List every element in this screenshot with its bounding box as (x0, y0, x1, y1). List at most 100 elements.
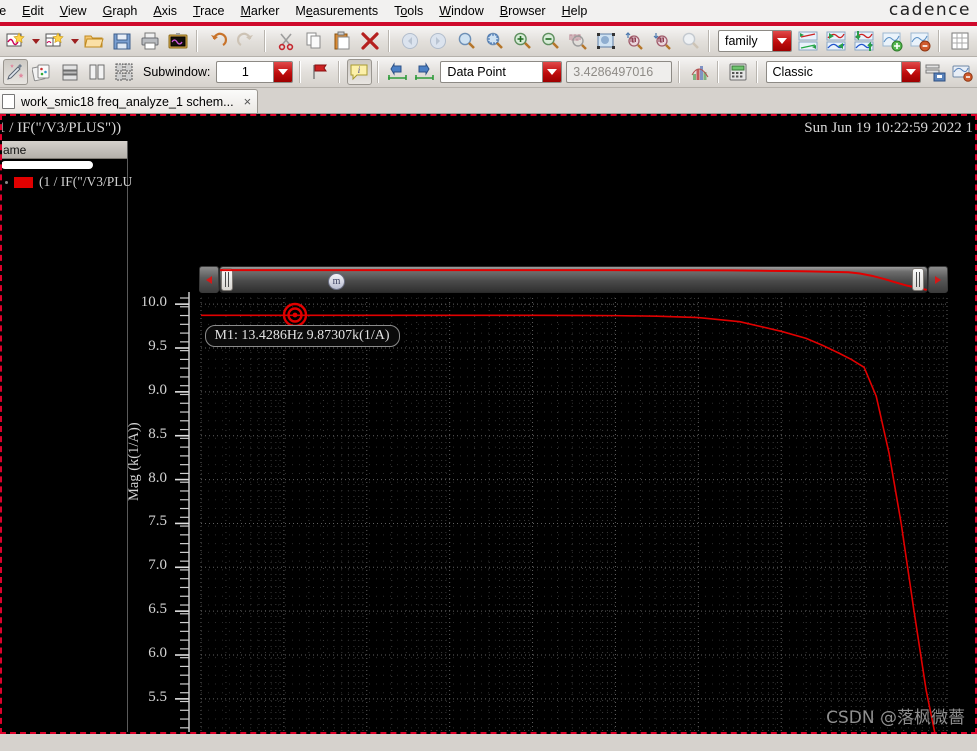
plot-window: 1 / IF("/V3/PLUS")) Sun Jun 19 10:22:59 … (0, 114, 977, 734)
document-icon (2, 94, 15, 109)
marker-type-combo-dropdown-icon[interactable] (542, 62, 562, 82)
family-combo-value: family (725, 34, 758, 48)
histogram-icon[interactable] (687, 59, 712, 85)
plot-snapshot-icon[interactable] (165, 28, 191, 54)
cadence-logo-text: cadence (888, 0, 971, 20)
zoom-fit-icon[interactable] (453, 28, 479, 54)
back-icon[interactable] (397, 28, 423, 54)
family-combo[interactable]: family (718, 30, 792, 52)
y-tick-label: 9.0 (148, 381, 167, 398)
cadence-logo: cadence (889, 0, 971, 20)
menu-item-help[interactable]: Help (554, 1, 596, 21)
menu-item-file[interactable]: File (0, 1, 14, 21)
y-tick-label: 7.0 (148, 557, 167, 574)
tile-grid-icon[interactable] (111, 59, 136, 85)
arrow-left-green-icon[interactable] (385, 59, 410, 85)
grid-table-icon[interactable] (947, 28, 973, 54)
delete-red-x-icon[interactable] (357, 28, 383, 54)
subwindow-label: Subwindow: (143, 65, 211, 79)
close-icon[interactable]: × (240, 94, 252, 109)
split-traces-icon[interactable] (823, 28, 849, 54)
toolbar-separator (716, 61, 722, 83)
remove-session-icon[interactable] (951, 59, 976, 85)
copy-icon[interactable] (301, 28, 327, 54)
toolbar-secondary: Subwindow: 1 i Data Point 3.4286497016 C… (0, 57, 977, 88)
save-session-icon[interactable] (924, 59, 949, 85)
arrow-right-green-icon[interactable] (412, 59, 437, 85)
new-subwindow-dropdown-icon[interactable] (69, 29, 80, 53)
menu-item-browser[interactable]: Browser (492, 1, 554, 21)
toolbar-separator (195, 30, 201, 52)
y-tick-label: 5.5 (148, 688, 167, 705)
toolbar-separator (375, 61, 382, 83)
undo-icon[interactable] (205, 28, 231, 54)
style-combo[interactable]: Classic (765, 61, 921, 83)
menu-item-tools[interactable]: Tools (386, 1, 431, 21)
family-combo-dropdown-icon[interactable] (772, 31, 791, 51)
style-combo-dropdown-icon[interactable] (900, 62, 920, 82)
zoom-reset-icon[interactable] (677, 28, 703, 54)
subwindow-combo-dropdown-icon[interactable] (273, 62, 293, 82)
y-tick-label: 10.0 (140, 294, 167, 311)
info-balloon-icon[interactable]: i (346, 59, 372, 85)
swap-traces-icon[interactable] (795, 28, 821, 54)
forward-icon[interactable] (425, 28, 451, 54)
remove-strip-icon[interactable] (907, 28, 933, 54)
add-strip-icon[interactable] (879, 28, 905, 54)
new-window-icon[interactable] (3, 28, 29, 54)
marker-value-field[interactable]: 3.4286497016 (566, 61, 673, 83)
zoom-vertical-in-icon[interactable] (621, 28, 647, 54)
annotate-icon[interactable] (3, 59, 28, 85)
menu-item-window[interactable]: Window (431, 1, 491, 21)
menu-item-measurements[interactable]: Measurements (287, 1, 386, 21)
print-icon[interactable] (137, 28, 163, 54)
zoom-waveform-icon[interactable] (565, 28, 591, 54)
new-window-dropdown-icon[interactable] (30, 29, 41, 53)
new-subwindow-icon[interactable] (42, 28, 68, 54)
menu-item-axis[interactable]: Axis (145, 1, 185, 21)
menu-item-graph[interactable]: Graph (95, 1, 146, 21)
marker-type-combo-value: Data Point (447, 65, 506, 79)
marker-value-text: 3.4286497016 (573, 65, 654, 79)
tile-horizontal-icon[interactable] (57, 59, 82, 85)
subwindow-combo[interactable]: 1 (216, 61, 294, 83)
calculator-icon[interactable] (726, 59, 751, 85)
zoom-region-icon[interactable] (481, 28, 507, 54)
toolbar-primary: family (0, 26, 977, 57)
open-folder-icon[interactable] (81, 28, 107, 54)
flag-icon[interactable] (308, 59, 333, 85)
toolbar-separator (707, 30, 713, 52)
toolbar-separator (387, 30, 393, 52)
menu-item-marker[interactable]: Marker (232, 1, 287, 21)
menu-item-edit[interactable]: Edit (14, 1, 52, 21)
toolbar-separator (937, 30, 943, 52)
menu-item-trace[interactable]: Trace (185, 1, 233, 21)
select-box-icon[interactable] (593, 28, 619, 54)
tab-label: work_smic18 freq_analyze_1 schem... (21, 94, 234, 109)
redo-icon[interactable] (233, 28, 259, 54)
y-axis-title: Mag (k(1/A)) (126, 422, 142, 501)
y-tick-label: 5.0 (125, 733, 167, 734)
y-tick-label: 7.5 (148, 513, 167, 530)
zoom-out-icon[interactable] (537, 28, 563, 54)
toolbar-separator (263, 30, 269, 52)
tab-work-smic18-freq-analyze-1[interactable]: work_smic18 freq_analyze_1 schem... × (0, 89, 259, 113)
zoom-in-icon[interactable] (509, 28, 535, 54)
tile-vertical-icon[interactable] (84, 59, 109, 85)
cards-icon[interactable] (30, 59, 55, 85)
csdn-watermark: CSDN @落枫微薔 (826, 708, 965, 728)
save-floppy-icon[interactable] (109, 28, 135, 54)
marker-m1-label[interactable]: M1: 13.4286Hz 9.87307k(1/A) (204, 325, 400, 348)
paste-icon[interactable] (329, 28, 355, 54)
zoom-vertical-out-icon[interactable] (649, 28, 675, 54)
merge-traces-icon[interactable] (851, 28, 877, 54)
marker-type-combo[interactable]: Data Point (440, 61, 563, 83)
cut-scissors-icon[interactable] (273, 28, 299, 54)
chart-gridlines (200, 297, 948, 732)
toolbar-separator (298, 61, 304, 83)
tab-strip: work_smic18 freq_analyze_1 schem... × (0, 88, 977, 114)
menu-bar: File Edit View Graph Axis Trace Marker M… (0, 0, 977, 22)
menu-item-view[interactable]: View (52, 1, 95, 21)
y-tick-label: 6.0 (148, 645, 167, 662)
y-tick-label: 6.5 (148, 601, 167, 618)
